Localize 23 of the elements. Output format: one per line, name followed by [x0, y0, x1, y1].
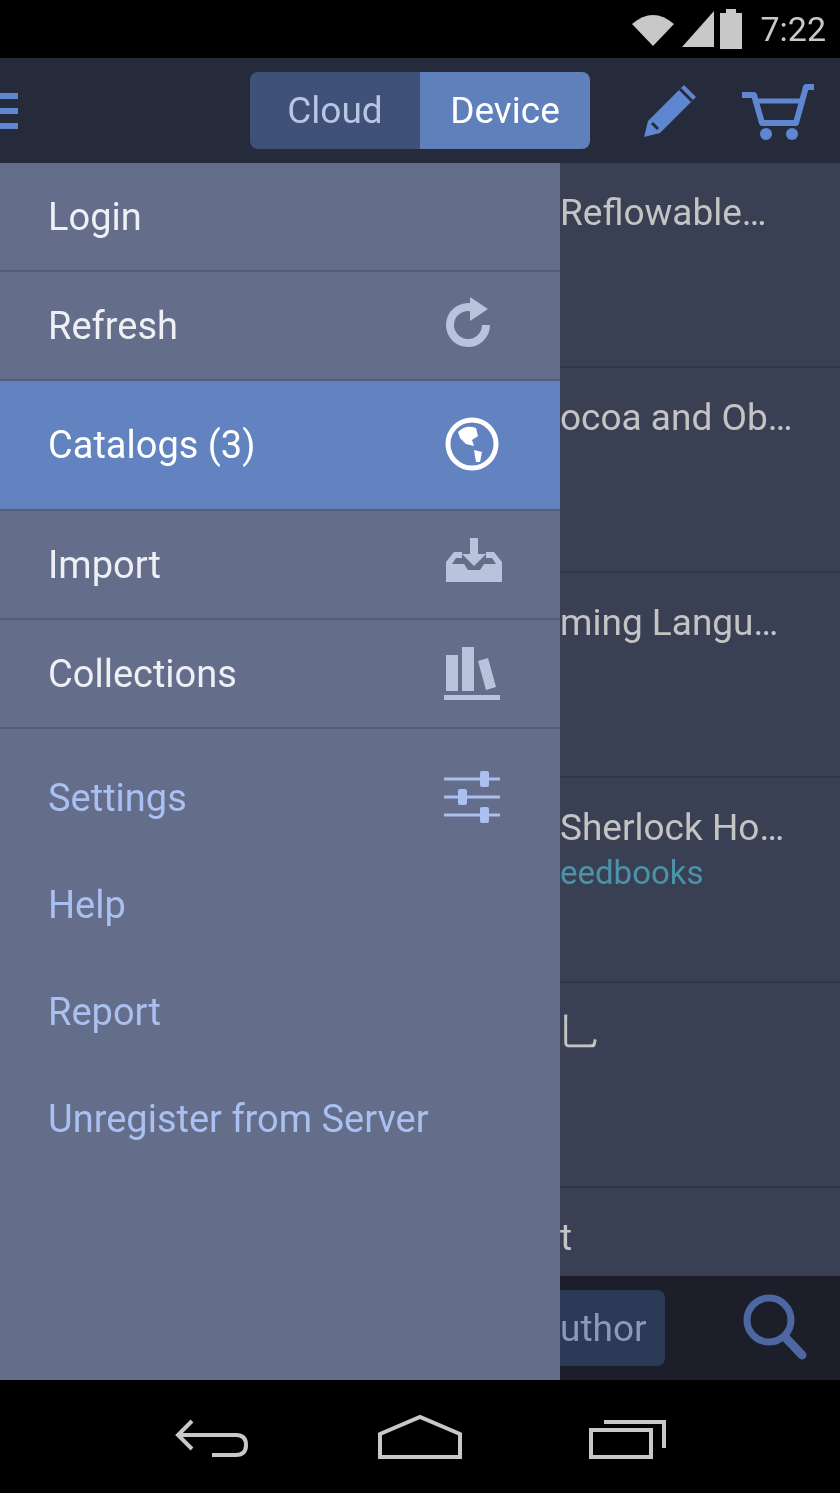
book-title: ocoa and Ob… [560, 396, 794, 440]
drawer-item[interactable]: Collections [0, 620, 560, 729]
books-icon [444, 644, 502, 703]
home-icon[interactable] [377, 1413, 463, 1460]
clock-time: 7:22 [760, 9, 826, 49]
drawer-item[interactable]: Report [0, 958, 560, 1065]
drawer-item[interactable]: Unregister from Server [0, 1065, 560, 1172]
segment-tab[interactable]: Cloud [250, 72, 420, 149]
book-title: Reflowable… [560, 191, 768, 235]
sort-button[interactable]: uthor [560, 1290, 665, 1366]
segment-tab[interactable]: Device [420, 72, 590, 149]
book-title: Sherlock Ho… [560, 806, 786, 850]
book-title: ming Langu… [560, 601, 780, 645]
drawer-item[interactable]: Import [0, 511, 560, 620]
signal-icon [680, 9, 717, 49]
drawer-item[interactable]: Catalogs (3) [0, 381, 560, 511]
book-title: 乚 [560, 1011, 598, 1055]
menu-icon[interactable] [0, 90, 18, 131]
drawer-item[interactable]: Help [0, 851, 560, 958]
book-source: eedbooks [560, 852, 705, 894]
book-title: t [560, 1216, 574, 1260]
drawer-item[interactable]: Settings [0, 744, 560, 851]
battery-icon [720, 9, 743, 49]
